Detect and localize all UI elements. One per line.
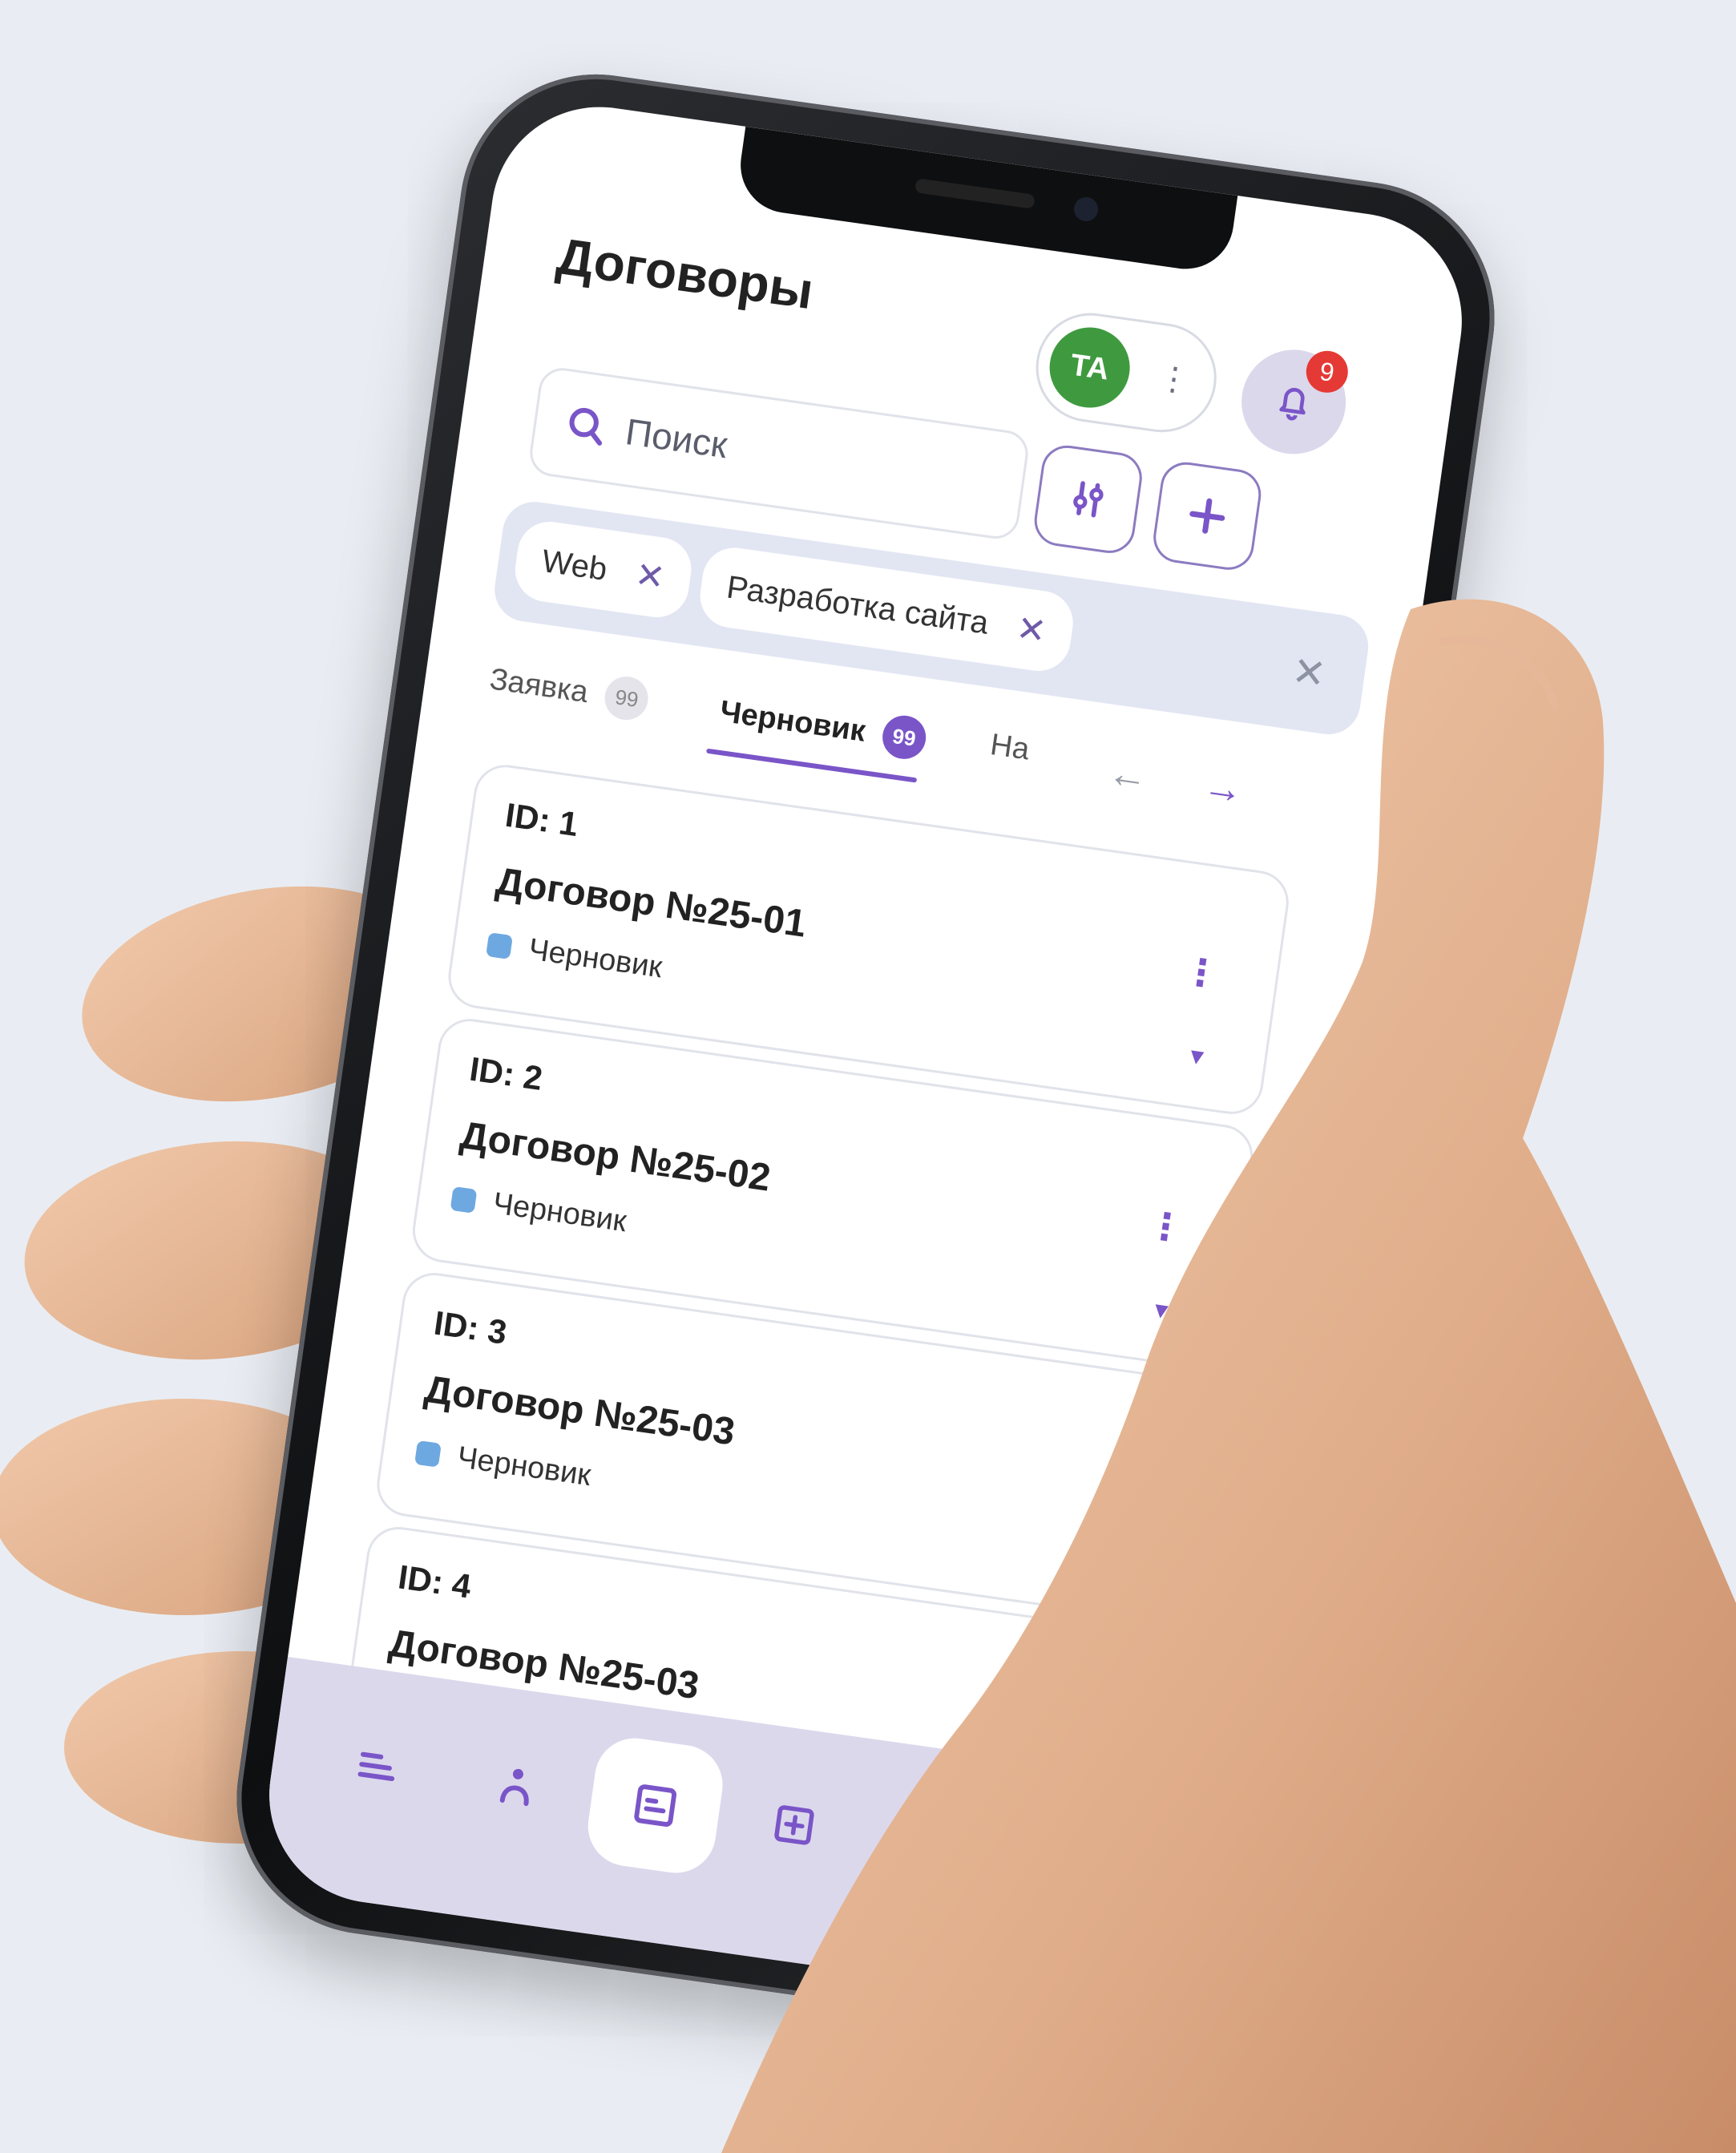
phone: Договоры TA ⋮ 9 Поиск Web ✕ Разработка с… [219, 56, 1512, 2060]
document-icon [634, 1784, 676, 1827]
filter-chip-site-development: Разработка сайта ✕ [696, 543, 1077, 676]
avatar[interactable]: TA [1044, 322, 1136, 414]
tab-request[interactable]: Заявка 99 [486, 657, 652, 723]
notifications-button[interactable]: 9 [1234, 342, 1353, 461]
tab-label: Черновик [717, 694, 868, 749]
search-input[interactable] [620, 402, 1005, 513]
contract-id: ID: 3 [431, 1303, 510, 1351]
tab-label: На [988, 728, 1032, 767]
contract-id: ID: 2 [467, 1049, 545, 1097]
nav-library[interactable] [861, 1772, 1006, 1917]
tabs-prev-arrow-icon[interactable]: ← [1105, 749, 1152, 800]
expand-chevron-icon[interactable]: ▼ [1184, 1043, 1210, 1072]
status-dot [414, 1440, 442, 1468]
tabs-next-arrow-icon[interactable]: → [1200, 762, 1246, 814]
person-icon [499, 1768, 529, 1807]
nav-contracts[interactable] [583, 1733, 729, 1878]
account-menu-icon[interactable]: ⋮ [1154, 349, 1193, 408]
tab-count-badge: 99 [602, 673, 652, 723]
filter-chip-web: Web ✕ [511, 517, 696, 622]
account-switcher[interactable]: TA ⋮ [1028, 305, 1224, 439]
card-menu-icon[interactable]: ⋮ [1181, 949, 1223, 996]
search-icon [569, 407, 603, 446]
status-dot [486, 931, 514, 959]
tab-next-status[interactable]: На [988, 728, 1032, 767]
nav-menu[interactable] [305, 1694, 450, 1839]
card-menu-icon[interactable]: ⋮ [1145, 1203, 1187, 1250]
remove-filter-icon[interactable]: ✕ [632, 554, 668, 599]
expand-chevron-icon[interactable]: ▼ [1149, 1297, 1174, 1326]
add-contract-button[interactable] [1150, 458, 1265, 573]
contract-status: Черновик [450, 1181, 629, 1239]
card-menu-icon[interactable]: ⋮ [1108, 1457, 1151, 1504]
filter-button[interactable] [1031, 442, 1145, 557]
plus-icon [1189, 498, 1225, 534]
speaker-grille [914, 178, 1036, 209]
contract-id: ID: 4 [396, 1557, 474, 1606]
filter-chip-label: Разработка сайта [725, 568, 991, 641]
tab-count-badge: 99 [879, 713, 929, 762]
status-label: Черновик [491, 1186, 629, 1239]
filter-sliders-icon [1073, 481, 1104, 518]
nav-profile[interactable] [444, 1714, 589, 1859]
menu-lines-icon [357, 1751, 395, 1782]
filter-chip-label: Web [539, 543, 610, 588]
contract-status: Черновик [485, 927, 664, 985]
status-label: Черновик [454, 1440, 593, 1493]
remove-filter-icon[interactable]: ✕ [1014, 608, 1049, 652]
front-camera [1072, 196, 1100, 223]
page-title: Договоры [553, 227, 818, 321]
status-dot [450, 1186, 478, 1214]
contract-status: Черновик [414, 1435, 593, 1493]
tab-label: Заявка [487, 661, 591, 709]
nav-add[interactable] [722, 1753, 867, 1898]
add-box-icon [774, 1805, 814, 1845]
clear-filters-icon[interactable]: ✕ [1289, 648, 1329, 698]
tab-draft[interactable]: Черновик 99 [717, 690, 929, 762]
contract-id: ID: 1 [503, 795, 581, 843]
status-label: Черновик [526, 932, 664, 985]
book-icon [911, 1828, 955, 1861]
